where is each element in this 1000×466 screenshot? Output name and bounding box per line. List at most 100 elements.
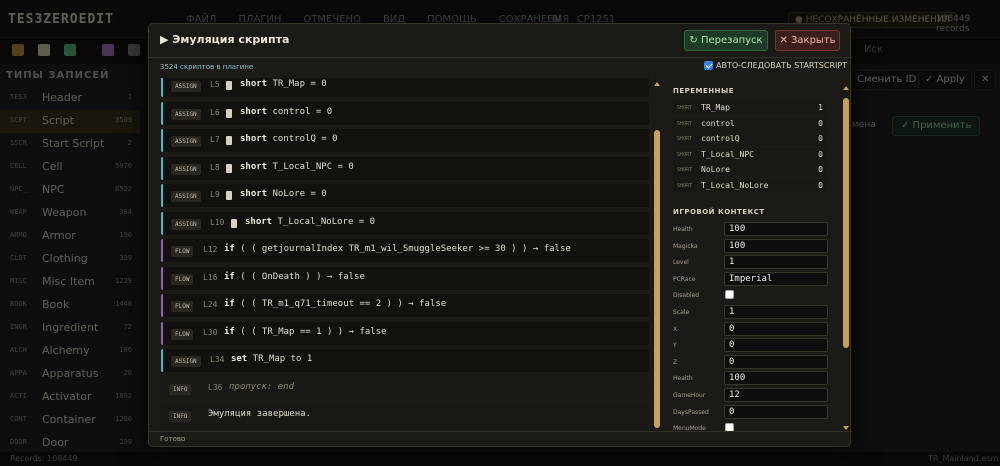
log-entry-tag: ASSIGN (171, 218, 201, 230)
sidebar-item-code: ACTI (10, 392, 27, 400)
variable-value: 0 (818, 149, 823, 159)
close-record-button[interactable]: ✕ (974, 70, 997, 90)
context-input[interactable]: 100 (724, 371, 828, 386)
sidebar-item-count: 339 (119, 254, 132, 262)
scroll-up-icon[interactable] (843, 86, 849, 90)
context-input[interactable]: 1 (724, 255, 828, 270)
log-entry: ASSIGN L8 short T_Local_NPC = 0 (161, 156, 649, 180)
log-entry-code: short NoLore = 0 (240, 189, 327, 199)
sidebar-item[interactable]: ALCH Alchemy 106 (0, 340, 140, 363)
sidebar-item[interactable]: NPC_ NPC 8522 (0, 179, 140, 202)
variable-value: 1 (818, 103, 823, 112)
log-scrollbar[interactable] (654, 80, 660, 428)
variable-row: SHORT T_Local_NoLore 0 (673, 179, 827, 193)
log-entry: ASSIGN L10 short T_Local_NoLore = 0 (161, 211, 649, 235)
log-entry-line: L12 (203, 245, 218, 254)
variable-name: T_Local_NPC (701, 149, 754, 159)
log-entry-line: L30 (203, 327, 218, 337)
sidebar-item[interactable]: BOOK Book 1440 (0, 294, 140, 317)
sidebar-item[interactable]: CELL Cell 5970 (0, 156, 140, 179)
globe-icon[interactable] (64, 44, 76, 56)
state-scroll-thumb[interactable] (843, 98, 849, 348)
close-button[interactable]: ✕ Закрыть (775, 30, 840, 51)
sidebar-item[interactable]: MISC Misc Item 1229 (0, 271, 140, 294)
context-input[interactable]: 12 (724, 388, 828, 402)
context-input[interactable]: 0 (724, 321, 828, 336)
log-entry-text: T_Local_NoLore = 0 (272, 216, 376, 227)
log-entry-code: Эмуляция завершена. (208, 409, 311, 419)
log-entry: INFO L36 пропуск: end (161, 376, 649, 400)
context-input[interactable]: Imperial (724, 271, 828, 286)
sidebar-item-code: WEAP (10, 208, 27, 216)
sidebar-item-code: CELL (10, 162, 27, 170)
sidebar-item-label: Cell (42, 160, 63, 173)
context-input[interactable]: 1 (724, 305, 828, 319)
context-title: ИГРОВОЙ КОНТЕКСТ (673, 208, 765, 216)
variable-name: T_Local_NoLore (701, 181, 769, 190)
variable-type: SHORT (677, 120, 693, 127)
context-input[interactable]: 0 (724, 354, 828, 369)
variables-title: ПЕРЕМЕННЫЕ (673, 87, 735, 95)
document-icon (226, 191, 232, 200)
context-field: Disabled (673, 288, 827, 303)
context-field-label: X (673, 325, 678, 333)
change-id-button[interactable]: Сменить ID (850, 70, 924, 90)
sidebar-item[interactable]: SCPT Script 3509 (0, 110, 140, 133)
state-scrollbar[interactable] (843, 84, 849, 432)
sidebar-item-code: INGR (10, 323, 27, 331)
context-field: Health 100 (673, 222, 828, 237)
auto-follow-checkbox[interactable] (704, 61, 713, 70)
variable-row: SHORT control 0 (673, 116, 827, 131)
sidebar-item-count: 8522 (115, 185, 132, 193)
sidebar-item[interactable]: ARMO Armor 190 (0, 225, 140, 248)
context-input[interactable]: 0 (724, 404, 828, 419)
log-entry-line: L9 (210, 190, 220, 199)
log-entry-tag: ASSIGN (171, 356, 201, 367)
apply-changes-button[interactable]: ✓ Применить (892, 116, 981, 136)
log-entry-code: пропуск: end (229, 382, 294, 392)
context-input[interactable]: 100 (724, 238, 828, 253)
sidebar-item[interactable]: WEAP Weapon 384 (0, 202, 140, 225)
context-field-label: Y (673, 342, 677, 350)
sidebar-item[interactable]: ACTI Activator 1892 (0, 386, 140, 409)
sidebar-item[interactable]: SSCR Start Script 2 (0, 133, 140, 156)
context-input[interactable]: 100 (724, 222, 828, 236)
sidebar-item-label: Header (42, 91, 83, 104)
log-entry-line: L36 (208, 382, 223, 392)
log-entry-tag: ASSIGN (171, 136, 201, 147)
sidebar-item-label: Clothing (42, 252, 88, 265)
sidebar-item[interactable]: INGR Ingredient 72 (0, 317, 140, 340)
scroll-down-icon[interactable] (843, 426, 849, 430)
sidebar-item-label: Start Script (42, 137, 105, 150)
sidebar-item[interactable]: CLOT Clothing 339 (0, 248, 140, 271)
restart-button[interactable]: ↻ Перезапуск (684, 30, 768, 51)
log-entry-tag: FLOW (171, 273, 194, 285)
log-entry-text: ( ( TR_m1_q71_timeout == 2 ) ) → false (234, 299, 447, 309)
sidebar-item-code: SCPT (10, 116, 27, 124)
log-entry-keyword: short (240, 161, 268, 172)
sidebar-item-count: 1440 (115, 300, 132, 308)
log-scroll-thumb[interactable] (654, 130, 660, 428)
sidebar-item-label: Container (42, 413, 96, 426)
context-field-label: Z (673, 358, 678, 366)
scroll-down-icon[interactable] (654, 422, 660, 426)
search-input[interactable]: Иск (864, 44, 883, 55)
save-icon[interactable] (102, 44, 114, 56)
context-field-label: GameHour (673, 392, 706, 399)
sidebar-item[interactable]: CONT Container 1206 (0, 409, 140, 432)
folder-icon[interactable] (12, 44, 24, 56)
sidebar-item[interactable]: TES3 Header 1 (0, 87, 140, 110)
context-field-label: Disabled (673, 292, 700, 300)
scroll-up-icon[interactable] (654, 82, 660, 86)
sidebar-item[interactable]: APPA Apparatus 20 (0, 363, 140, 386)
file-icon[interactable] (38, 44, 50, 56)
apply-button[interactable]: ✓ Apply (918, 70, 972, 90)
auto-follow-toggle[interactable]: АВТО-СЛЕДОВАТЬ STARTSCRIPT (704, 61, 847, 70)
log-entry-line: L5 (210, 80, 220, 89)
context-field-label: Scale (673, 309, 690, 316)
gear-icon[interactable] (128, 44, 140, 56)
context-checkbox[interactable] (725, 290, 734, 300)
context-input[interactable]: 0 (724, 338, 828, 353)
log-entry-text: control = 0 (267, 106, 333, 117)
log-entry-tag: INFO (169, 411, 192, 422)
